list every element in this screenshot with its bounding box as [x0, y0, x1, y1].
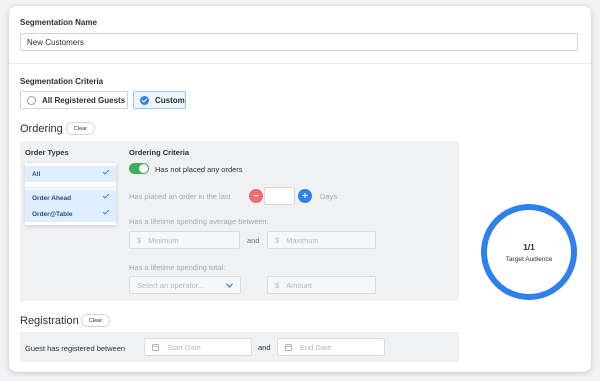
- order-type-item-order-table[interactable]: Order@Table: [25, 206, 116, 222]
- has-not-placed-label: Has not placed any orders: [155, 165, 243, 174]
- custom-label: Custom: [155, 95, 185, 105]
- check-icon: [102, 208, 110, 215]
- segmentation-card: Segmentation Name New Customers Segmenta…: [9, 6, 591, 372]
- chevron-down-icon: [226, 283, 233, 288]
- divider: [9, 63, 591, 64]
- order-type-label: All: [32, 170, 41, 178]
- operator-placeholder: Select an operator...: [137, 280, 205, 290]
- and-label: and: [247, 236, 260, 245]
- check-icon: [102, 192, 110, 199]
- amount-input[interactable]: $ Amount: [267, 276, 376, 294]
- divider: [25, 187, 116, 188]
- custom-option[interactable]: Custom: [133, 91, 186, 109]
- order-types-dropdown: All Order Ahead Order@Table: [25, 163, 116, 225]
- maximum-placeholder: Maximum: [286, 235, 319, 245]
- decrement-button[interactable]: −: [249, 189, 263, 203]
- calendar-icon: [285, 343, 292, 351]
- segmentation-criteria-label: Segmentation Criteria: [20, 77, 104, 86]
- start-date-placeholder: Start Date: [167, 342, 201, 352]
- calendar-icon: [152, 343, 159, 351]
- audience-count: 1/1: [523, 241, 535, 252]
- registered-between-label: Guest has registered between: [25, 344, 126, 353]
- minimum-input[interactable]: $ Minimum: [129, 231, 240, 249]
- ordering-title: Ordering: [20, 123, 63, 135]
- end-date-input[interactable]: End Date: [277, 338, 385, 356]
- check-icon: [102, 168, 110, 175]
- lifetime-average-label: Has a lifetime spending average between:: [129, 217, 269, 226]
- all-registered-guests-option[interactable]: All Registered Guests: [20, 91, 128, 109]
- days-label: Days: [320, 192, 338, 201]
- audience-label: Target Audience: [505, 255, 553, 263]
- order-type-label: Order@Table: [32, 210, 73, 218]
- all-registered-guests-label: All Registered Guests: [42, 95, 126, 105]
- and-label: and: [258, 343, 271, 352]
- radio-checked-icon: [140, 95, 149, 105]
- operator-select[interactable]: Select an operator...: [129, 276, 241, 294]
- order-type-label: Order Ahead: [32, 194, 72, 202]
- order-type-item-all[interactable]: All: [25, 166, 116, 182]
- lifetime-total-label: Has a lifetime spending total:: [129, 263, 226, 272]
- dollar-icon: $: [275, 235, 280, 245]
- dollar-icon: $: [275, 280, 280, 290]
- segmentation-name-value: New Customers: [27, 37, 84, 47]
- amount-placeholder: Amount: [286, 280, 313, 290]
- days-input[interactable]: [264, 187, 295, 205]
- registration-title: Registration: [20, 315, 79, 327]
- registration-clear-button[interactable]: Clear: [81, 314, 110, 327]
- segmentation-name-label: Segmentation Name: [20, 18, 97, 27]
- minimum-placeholder: Minimum: [148, 235, 179, 245]
- segmentation-name-input[interactable]: New Customers: [20, 33, 578, 51]
- end-date-placeholder: End Date: [300, 342, 332, 352]
- ordering-clear-button[interactable]: Clear: [66, 122, 95, 135]
- order-types-label: Order Types: [25, 148, 69, 157]
- radio-icon: [27, 95, 36, 105]
- start-date-input[interactable]: Start Date: [144, 338, 252, 356]
- increment-button[interactable]: +: [298, 189, 312, 203]
- ordering-criteria-label: Ordering Criteria: [129, 148, 190, 157]
- dollar-icon: $: [137, 235, 142, 245]
- order-type-item-order-ahead[interactable]: Order Ahead: [25, 190, 116, 206]
- target-audience-circle: 1/1 Target Audience: [481, 204, 577, 300]
- maximum-input[interactable]: $ Maximum: [267, 231, 376, 249]
- has-not-placed-toggle[interactable]: [129, 163, 149, 174]
- placed-in-last-label: Has placed an order in the last: [129, 192, 231, 201]
